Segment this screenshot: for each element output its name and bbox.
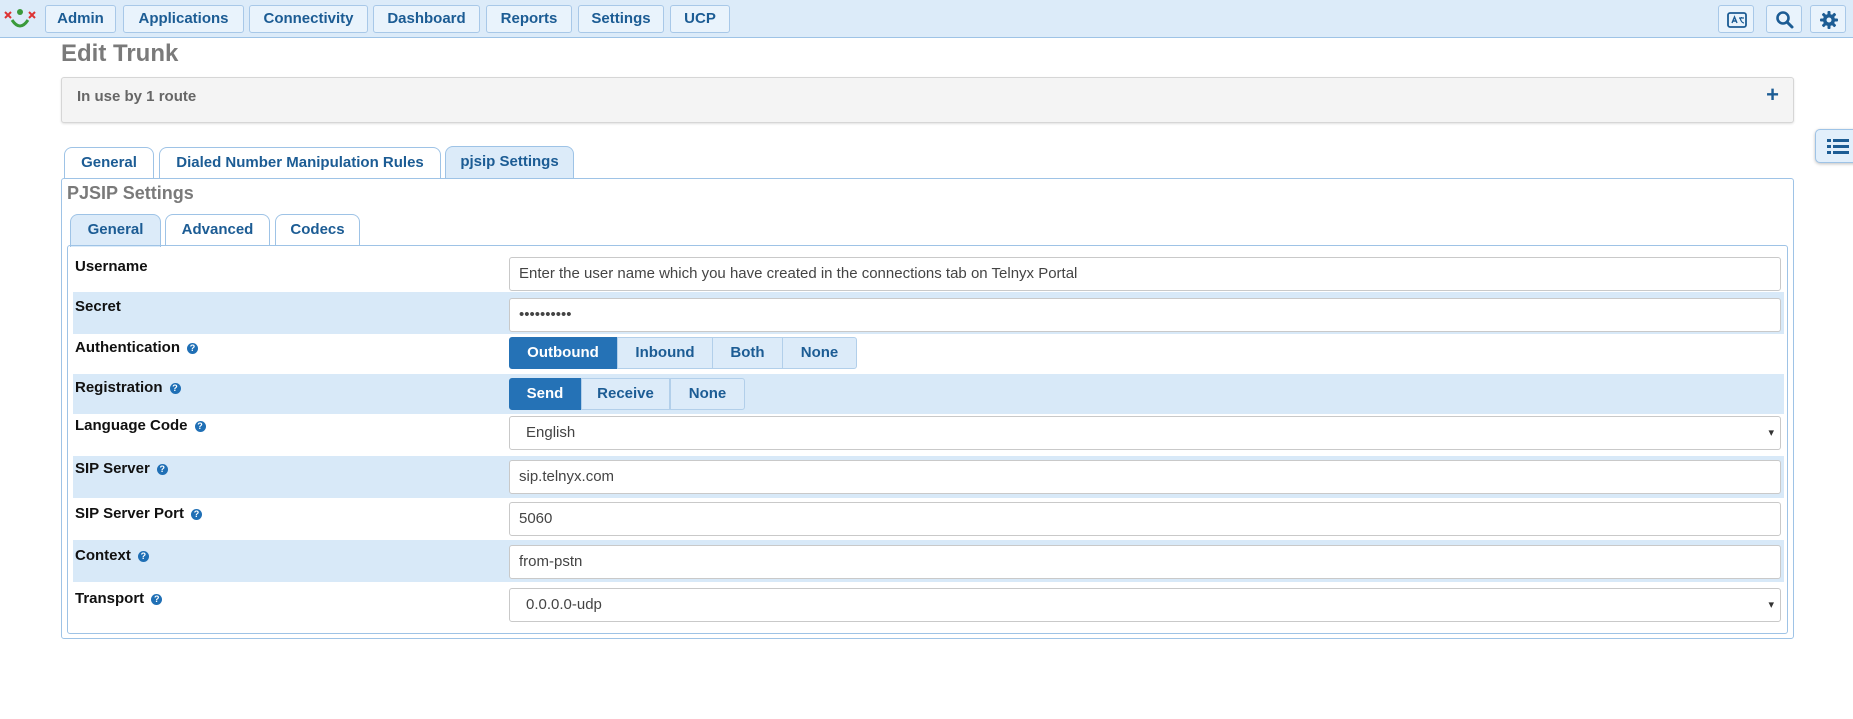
reg-none-button[interactable]: None (670, 378, 745, 410)
top-nav-bar: Admin Applications Connectivity Dashboar… (0, 0, 1853, 38)
side-list-toggle-icon[interactable] (1815, 129, 1853, 163)
language-code-value: English (526, 424, 576, 441)
transport-help-icon[interactable]: ? (151, 594, 163, 605)
sip-server-label-wrap: SIP Server? (75, 460, 168, 477)
sip-server-port-label-wrap: SIP Server Port? (75, 505, 202, 522)
nav-ucp-button[interactable]: UCP (670, 5, 730, 33)
sip-server-port-help-icon[interactable]: ? (190, 509, 202, 520)
language-code-select[interactable]: English ▾ (509, 416, 1781, 450)
language-icon[interactable] (1718, 5, 1754, 33)
search-icon[interactable] (1766, 5, 1802, 33)
reg-receive-button[interactable]: Receive (581, 378, 670, 410)
page-title: Edit Trunk (61, 40, 179, 67)
expand-plus-icon[interactable]: + (1766, 82, 1779, 108)
gear-icon[interactable] (1810, 5, 1846, 33)
authentication-help-icon[interactable]: ? (187, 343, 198, 354)
chevron-down-icon: ▾ (1768, 427, 1774, 439)
context-label: Context (75, 547, 131, 564)
context-help-icon[interactable]: ? (137, 551, 149, 562)
auth-none-button[interactable]: None (782, 337, 857, 369)
transport-value: 0.0.0.0-udp (526, 596, 602, 613)
context-row: Context? from-pstn (73, 540, 1784, 582)
authentication-row: Authentication? Outbound Inbound Both No… (73, 334, 1784, 374)
pjsip-settings-title: PJSIP Settings (67, 183, 194, 203)
in-use-text: In use by 1 route (77, 88, 197, 105)
registration-label-wrap: Registration? (75, 379, 181, 396)
nav-connectivity-button[interactable]: Connectivity (249, 5, 368, 33)
sip-server-port-input[interactable]: 5060 (509, 502, 1781, 536)
tab-general[interactable]: General (64, 147, 154, 179)
secret-row: Secret •••••••••• (73, 292, 1784, 334)
freepbx-logo-icon[interactable] (3, 6, 37, 32)
language-code-label-wrap: Language Code? (75, 417, 206, 434)
registration-row: Registration? Send Receive None (73, 374, 1784, 414)
tab-pjsip-settings[interactable]: pjsip Settings (445, 146, 574, 179)
sip-server-input[interactable]: sip.telnyx.com (509, 460, 1781, 494)
in-use-panel[interactable]: In use by 1 route + (61, 77, 1794, 123)
secret-input[interactable]: •••••••••• (509, 298, 1781, 332)
language-code-label: Language Code (75, 417, 188, 434)
tab-dialed-number-manipulation-rules[interactable]: Dialed Number Manipulation Rules (159, 147, 441, 179)
language-code-help-icon[interactable]: ? (194, 421, 206, 432)
registration-help-icon[interactable]: ? (169, 383, 181, 394)
authentication-label-wrap: Authentication? (75, 339, 198, 356)
subtab-general[interactable]: General (70, 214, 161, 247)
context-label-wrap: Context? (75, 547, 149, 564)
auth-outbound-button[interactable]: Outbound (509, 337, 617, 369)
secret-label: Secret (75, 298, 121, 315)
sip-server-row: SIP Server? sip.telnyx.com (73, 456, 1784, 498)
nav-dashboard-button[interactable]: Dashboard (373, 5, 480, 33)
nav-settings-button[interactable]: Settings (578, 5, 664, 33)
username-label: Username (75, 258, 148, 275)
sip-server-port-row: SIP Server Port? 5060 (73, 498, 1784, 540)
nav-admin-button[interactable]: Admin (45, 5, 116, 33)
transport-label: Transport (75, 590, 145, 607)
language-code-row: Language Code? English ▾ (73, 414, 1784, 456)
nav-reports-button[interactable]: Reports (486, 5, 572, 33)
auth-inbound-button[interactable]: Inbound (617, 337, 713, 369)
transport-label-wrap: Transport? (75, 590, 163, 607)
registration-label: Registration (75, 379, 163, 396)
sip-server-help-icon[interactable]: ? (156, 464, 168, 475)
username-input[interactable]: Enter the user name which you have creat… (509, 257, 1781, 291)
authentication-label: Authentication (75, 339, 180, 356)
subtab-advanced[interactable]: Advanced (165, 214, 270, 246)
sip-server-port-label: SIP Server Port (75, 505, 184, 522)
username-row: Username Enter the user name which you h… (73, 252, 1784, 292)
nav-applications-button[interactable]: Applications (123, 5, 244, 33)
subtab-codecs[interactable]: Codecs (275, 214, 360, 246)
sip-server-label: SIP Server (75, 460, 150, 477)
chevron-down-icon: ▾ (1768, 599, 1774, 611)
context-input[interactable]: from-pstn (509, 545, 1781, 579)
transport-select[interactable]: 0.0.0.0-udp ▾ (509, 588, 1781, 622)
transport-row: Transport? 0.0.0.0-udp ▾ (73, 582, 1784, 628)
auth-both-button[interactable]: Both (712, 337, 783, 369)
reg-send-button[interactable]: Send (509, 378, 581, 410)
